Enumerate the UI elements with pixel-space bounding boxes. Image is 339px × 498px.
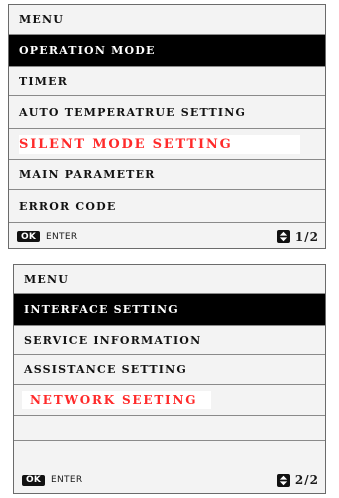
menu-item-label: NETWORK SEETING [22,391,212,409]
menu-item-label: SILENT MODE SETTING [19,134,301,154]
menu-item-main-parameter[interactable]: MAIN PARAMETER [9,160,325,190]
menu-item-label: INTERFACE SETTING [24,303,179,316]
menu-screen-page-2: MENU INTERFACE SETTING SERVICE INFORMATI… [13,264,326,494]
menu-item-interface-setting[interactable]: INTERFACE SETTING [14,294,325,326]
menu-item-error-code[interactable]: ERROR CODE [9,190,325,223]
menu-header: MENU [14,265,325,294]
menu-item-label: SERVICE INFORMATION [24,333,202,347]
menu-item-assistance-setting[interactable]: ASSISTANCE SETTING [14,355,325,385]
ok-enter-hint: OK ENTER [22,474,83,486]
menu-item-label: AUTO TEMPERATRUE SETTING [19,105,247,119]
enter-label: ENTER [51,475,83,485]
menu-item-label: MAIN PARAMETER [19,168,156,181]
page-indicator: 1/2 [276,229,319,244]
menu-footer: OK ENTER 2/2 [14,467,325,493]
menu-item-empty [14,416,325,441]
ok-button-icon[interactable]: OK [17,231,41,242]
ok-enter-hint: OK ENTER [17,231,77,242]
menu-item-label: TIMER [19,74,69,88]
menu-item-empty [14,441,325,469]
up-down-arrows-icon[interactable] [276,230,290,243]
page-number: 1/2 [294,229,319,244]
menu-item-auto-temperature-setting[interactable]: AUTO TEMPERATRUE SETTING [9,96,325,129]
menu-item-timer[interactable]: TIMER [9,67,325,96]
menu-screen-page-1: MENU OPERATION MODE TIMER AUTO TEMPERATR… [8,4,326,249]
menu-footer: OK ENTER 1/2 [9,225,325,248]
menu-header-title: MENU [19,13,65,26]
ok-button-icon[interactable]: OK [22,474,46,486]
page-indicator: 2/2 [276,473,319,487]
menu-item-service-information[interactable]: SERVICE INFORMATION [14,326,325,355]
page-number: 2/2 [294,473,319,487]
menu-header-title: MENU [24,272,70,286]
up-down-arrows-icon[interactable] [276,473,290,487]
menu-item-silent-mode-setting[interactable]: SILENT MODE SETTING [9,129,325,160]
menu-item-label: ASSISTANCE SETTING [24,363,187,376]
menu-item-label: OPERATION MODE [19,44,156,57]
menu-item-network-setting[interactable]: NETWORK SEETING [14,385,325,416]
menu-item-label: ERROR CODE [19,199,117,213]
menu-header: MENU [9,5,325,35]
enter-label: ENTER [46,231,78,242]
menu-item-operation-mode[interactable]: OPERATION MODE [9,35,325,67]
